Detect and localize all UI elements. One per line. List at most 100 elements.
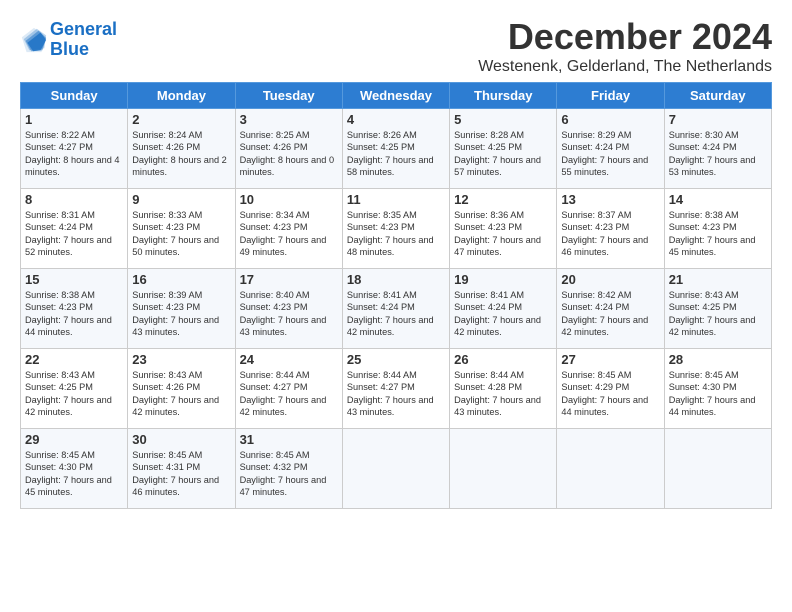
day-number: 15 [25,272,123,287]
calendar-week-3: 15 Sunrise: 8:38 AM Sunset: 4:23 PM Dayl… [21,269,772,349]
table-row: 5 Sunrise: 8:28 AM Sunset: 4:25 PM Dayli… [450,109,557,189]
col-monday: Monday [128,83,235,109]
table-row: 14 Sunrise: 8:38 AM Sunset: 4:23 PM Dayl… [664,189,771,269]
day-number: 25 [347,352,445,367]
col-sunday: Sunday [21,83,128,109]
table-row: 29 Sunrise: 8:45 AM Sunset: 4:30 PM Dayl… [21,429,128,509]
table-row: 12 Sunrise: 8:36 AM Sunset: 4:23 PM Dayl… [450,189,557,269]
main-title: December 2024 [478,16,772,58]
day-number: 21 [669,272,767,287]
cell-content: Sunrise: 8:31 AM Sunset: 4:24 PM Dayligh… [25,209,123,259]
day-number: 27 [561,352,659,367]
cell-content: Sunrise: 8:44 AM Sunset: 4:28 PM Dayligh… [454,369,552,419]
cell-content: Sunrise: 8:34 AM Sunset: 4:23 PM Dayligh… [240,209,338,259]
table-row: 30 Sunrise: 8:45 AM Sunset: 4:31 PM Dayl… [128,429,235,509]
day-number: 31 [240,432,338,447]
day-number: 24 [240,352,338,367]
logo: General Blue [20,20,117,60]
day-number: 1 [25,112,123,127]
logo-text: General Blue [50,20,117,60]
calendar-week-5: 29 Sunrise: 8:45 AM Sunset: 4:30 PM Dayl… [21,429,772,509]
title-area: December 2024 Westenenk, Gelderland, The… [478,16,772,76]
day-number: 9 [132,192,230,207]
table-row: 10 Sunrise: 8:34 AM Sunset: 4:23 PM Dayl… [235,189,342,269]
table-row: 28 Sunrise: 8:45 AM Sunset: 4:30 PM Dayl… [664,349,771,429]
day-number: 26 [454,352,552,367]
table-row: 3 Sunrise: 8:25 AM Sunset: 4:26 PM Dayli… [235,109,342,189]
day-number: 4 [347,112,445,127]
table-row: 9 Sunrise: 8:33 AM Sunset: 4:23 PM Dayli… [128,189,235,269]
subtitle: Westenenk, Gelderland, The Netherlands [478,58,772,76]
cell-content: Sunrise: 8:39 AM Sunset: 4:23 PM Dayligh… [132,289,230,339]
table-row: 23 Sunrise: 8:43 AM Sunset: 4:26 PM Dayl… [128,349,235,429]
cell-content: Sunrise: 8:45 AM Sunset: 4:32 PM Dayligh… [240,449,338,499]
table-row: 20 Sunrise: 8:42 AM Sunset: 4:24 PM Dayl… [557,269,664,349]
day-number: 29 [25,432,123,447]
cell-content: Sunrise: 8:35 AM Sunset: 4:23 PM Dayligh… [347,209,445,259]
cell-content: Sunrise: 8:42 AM Sunset: 4:24 PM Dayligh… [561,289,659,339]
day-number: 11 [347,192,445,207]
table-row: 6 Sunrise: 8:29 AM Sunset: 4:24 PM Dayli… [557,109,664,189]
cell-content: Sunrise: 8:36 AM Sunset: 4:23 PM Dayligh… [454,209,552,259]
day-number: 10 [240,192,338,207]
col-friday: Friday [557,83,664,109]
table-row: 17 Sunrise: 8:40 AM Sunset: 4:23 PM Dayl… [235,269,342,349]
table-row: 2 Sunrise: 8:24 AM Sunset: 4:26 PM Dayli… [128,109,235,189]
cell-content: Sunrise: 8:43 AM Sunset: 4:25 PM Dayligh… [669,289,767,339]
day-number: 13 [561,192,659,207]
table-row: 11 Sunrise: 8:35 AM Sunset: 4:23 PM Dayl… [342,189,449,269]
table-row: 24 Sunrise: 8:44 AM Sunset: 4:27 PM Dayl… [235,349,342,429]
day-number: 20 [561,272,659,287]
cell-content: Sunrise: 8:43 AM Sunset: 4:25 PM Dayligh… [25,369,123,419]
day-number: 2 [132,112,230,127]
col-tuesday: Tuesday [235,83,342,109]
header-row: Sunday Monday Tuesday Wednesday Thursday… [21,83,772,109]
table-row [450,429,557,509]
table-row: 8 Sunrise: 8:31 AM Sunset: 4:24 PM Dayli… [21,189,128,269]
col-saturday: Saturday [664,83,771,109]
cell-content: Sunrise: 8:37 AM Sunset: 4:23 PM Dayligh… [561,209,659,259]
table-row: 31 Sunrise: 8:45 AM Sunset: 4:32 PM Dayl… [235,429,342,509]
cell-content: Sunrise: 8:41 AM Sunset: 4:24 PM Dayligh… [347,289,445,339]
day-number: 18 [347,272,445,287]
day-number: 12 [454,192,552,207]
table-row: 4 Sunrise: 8:26 AM Sunset: 4:25 PM Dayli… [342,109,449,189]
day-number: 3 [240,112,338,127]
table-row: 15 Sunrise: 8:38 AM Sunset: 4:23 PM Dayl… [21,269,128,349]
cell-content: Sunrise: 8:40 AM Sunset: 4:23 PM Dayligh… [240,289,338,339]
cell-content: Sunrise: 8:44 AM Sunset: 4:27 PM Dayligh… [240,369,338,419]
cell-content: Sunrise: 8:30 AM Sunset: 4:24 PM Dayligh… [669,129,767,179]
day-number: 5 [454,112,552,127]
table-row: 1 Sunrise: 8:22 AM Sunset: 4:27 PM Dayli… [21,109,128,189]
cell-content: Sunrise: 8:25 AM Sunset: 4:26 PM Dayligh… [240,129,338,179]
cell-content: Sunrise: 8:38 AM Sunset: 4:23 PM Dayligh… [669,209,767,259]
col-wednesday: Wednesday [342,83,449,109]
day-number: 17 [240,272,338,287]
table-row: 27 Sunrise: 8:45 AM Sunset: 4:29 PM Dayl… [557,349,664,429]
logo-general: General [50,19,117,39]
cell-content: Sunrise: 8:45 AM Sunset: 4:31 PM Dayligh… [132,449,230,499]
table-row: 25 Sunrise: 8:44 AM Sunset: 4:27 PM Dayl… [342,349,449,429]
day-number: 14 [669,192,767,207]
cell-content: Sunrise: 8:22 AM Sunset: 4:27 PM Dayligh… [25,129,123,179]
day-number: 7 [669,112,767,127]
cell-content: Sunrise: 8:45 AM Sunset: 4:30 PM Dayligh… [669,369,767,419]
table-row: 22 Sunrise: 8:43 AM Sunset: 4:25 PM Dayl… [21,349,128,429]
calendar-week-4: 22 Sunrise: 8:43 AM Sunset: 4:25 PM Dayl… [21,349,772,429]
cell-content: Sunrise: 8:26 AM Sunset: 4:25 PM Dayligh… [347,129,445,179]
table-row: 19 Sunrise: 8:41 AM Sunset: 4:24 PM Dayl… [450,269,557,349]
table-row [557,429,664,509]
cell-content: Sunrise: 8:29 AM Sunset: 4:24 PM Dayligh… [561,129,659,179]
cell-content: Sunrise: 8:43 AM Sunset: 4:26 PM Dayligh… [132,369,230,419]
cell-content: Sunrise: 8:45 AM Sunset: 4:29 PM Dayligh… [561,369,659,419]
table-row: 16 Sunrise: 8:39 AM Sunset: 4:23 PM Dayl… [128,269,235,349]
table-row [342,429,449,509]
day-number: 28 [669,352,767,367]
header: General Blue December 2024 Westenenk, Ge… [20,16,772,76]
day-number: 23 [132,352,230,367]
day-number: 6 [561,112,659,127]
page: General Blue December 2024 Westenenk, Ge… [0,0,792,519]
day-number: 22 [25,352,123,367]
calendar-week-2: 8 Sunrise: 8:31 AM Sunset: 4:24 PM Dayli… [21,189,772,269]
calendar-table: Sunday Monday Tuesday Wednesday Thursday… [20,82,772,509]
